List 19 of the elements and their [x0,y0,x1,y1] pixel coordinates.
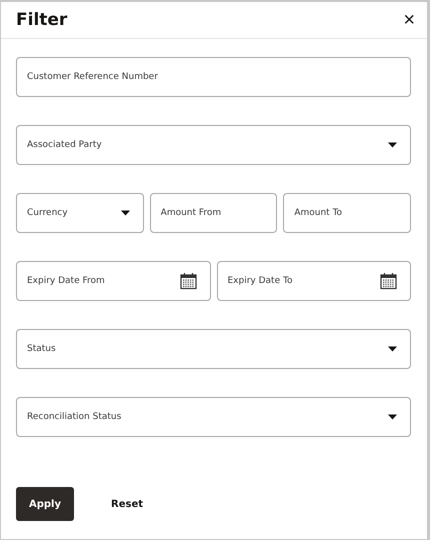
caret-icon [388,346,397,352]
select-field[interactable]: Status [16,329,411,369]
dialog-title: Filter [16,10,68,30]
select-field[interactable]: Associated Party [16,125,411,165]
caret-icon [120,210,130,216]
caret-icon [388,142,397,148]
apply-button[interactable]: Apply [16,487,74,521]
select-field[interactable]: Reconciliation Status [16,397,411,437]
input-field[interactable]: Customer Reference Number [16,57,411,97]
input-field[interactable]: Amount To [283,193,412,233]
caret-icon [388,414,397,420]
input-field[interactable]: Amount From [150,193,278,233]
select-field[interactable]: Currency [16,193,144,233]
date-field[interactable]: Expiry Date To [216,261,411,301]
reset-button[interactable]: Reset [98,487,156,521]
close-button[interactable]: × [399,10,419,30]
date-field[interactable]: Expiry Date From [16,261,210,301]
calendar-icon [380,272,397,290]
calendar-icon [180,272,196,290]
